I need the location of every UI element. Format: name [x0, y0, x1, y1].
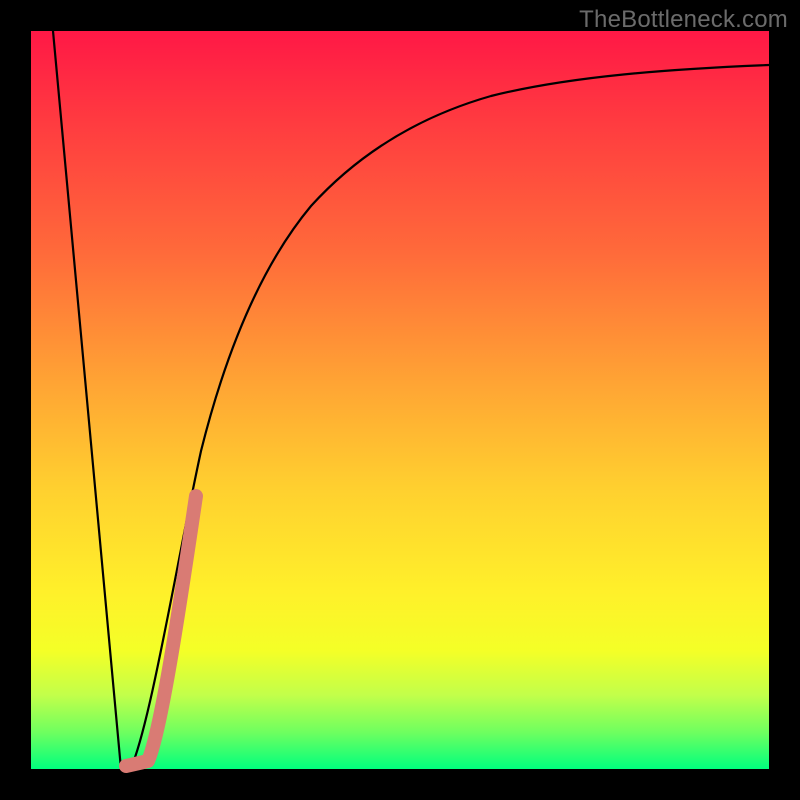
chart-frame: TheBottleneck.com [0, 0, 800, 800]
plot-area [31, 31, 769, 769]
watermark-text: TheBottleneck.com [579, 6, 788, 34]
chart-svg [31, 31, 769, 769]
bottleneck-curve [53, 31, 769, 769]
highlight-segment [126, 496, 196, 766]
